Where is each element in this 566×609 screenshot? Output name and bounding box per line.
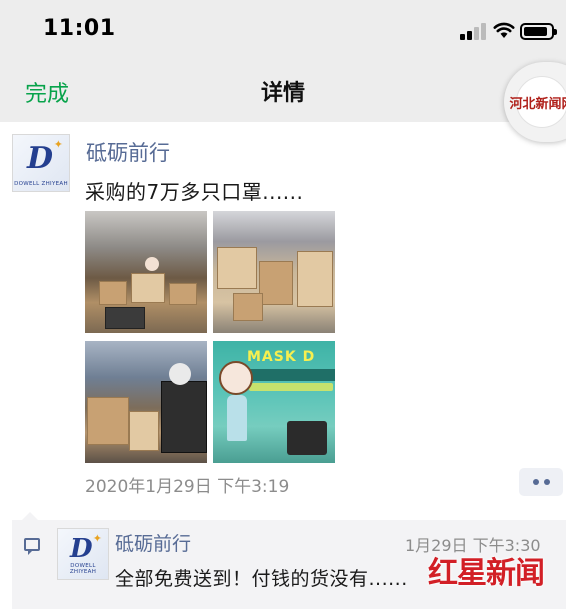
avatar-brand-text: DOWELL ZHIYEAH — [69, 563, 97, 575]
terminal-boxes-photo[interactable] — [85, 341, 207, 463]
post-timestamp: 2020年1月29日 下午3:19 — [85, 477, 290, 497]
author-avatar[interactable]: D ✦ DOWELL ZHIYEAH — [12, 134, 70, 192]
company-logo-icon: D — [27, 141, 54, 176]
post-author-name[interactable]: 砥砺前行 — [86, 137, 170, 167]
star-icon: ✦ — [92, 532, 102, 545]
comment-caret — [22, 512, 38, 520]
comment-bubble-icon — [24, 538, 40, 555]
boxes-on-carts-photo[interactable] — [213, 211, 335, 333]
status-bar: 11:01 — [0, 0, 566, 62]
star-icon: ✦ — [53, 138, 63, 151]
clock-time: 11:01 — [43, 16, 116, 41]
avatar-brand-text: DOWELL ZHIYEAH — [14, 181, 68, 187]
wifi-icon — [493, 22, 515, 38]
capsule-logo-text: 河北新闻网 — [509, 96, 566, 112]
news-logo-icon: 河北新闻网 — [510, 76, 566, 128]
more-dots-icon[interactable] — [519, 468, 563, 496]
cellular-signal-icon — [460, 22, 488, 40]
news-watermark-logo: 红星新闻 — [428, 556, 545, 591]
battery-icon — [520, 23, 557, 40]
comment-text[interactable]: 全部免费送到！付钱的货没有...... — [115, 564, 408, 591]
page-title: 详情 — [260, 81, 305, 106]
airport-carts-photo[interactable] — [85, 211, 207, 333]
comment-avatar[interactable]: D ✦ DOWELL ZHIYEAH — [57, 528, 109, 580]
mask-ad-overlay-text: MASK D — [247, 349, 316, 365]
company-logo-icon: D — [70, 534, 93, 564]
mask-ad-photo[interactable]: MASK D — [213, 341, 335, 463]
post-text: 采购的7万多只口罩...... — [85, 180, 304, 204]
comment-author-name[interactable]: 砥砺前行 — [115, 529, 191, 556]
nav-bar: 完成 详情 — [0, 62, 566, 122]
battery-level — [524, 27, 547, 36]
